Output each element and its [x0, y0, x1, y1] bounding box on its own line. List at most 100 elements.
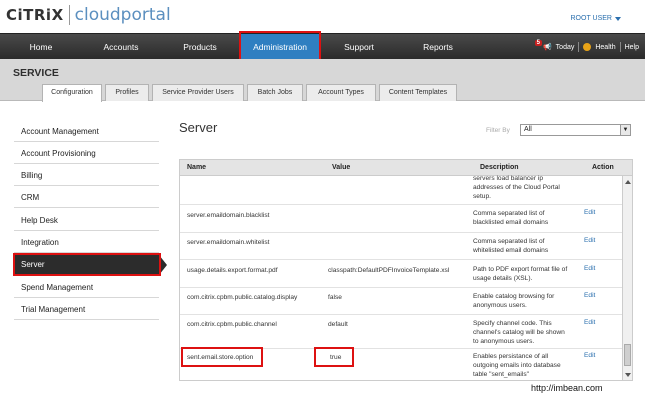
citrix-logo: CiTRiX [6, 6, 64, 24]
desc-line: table "sent_emails" [473, 371, 529, 378]
user-menu[interactable]: ROOT USER [570, 15, 621, 22]
table-row: usage.details.export.format.pdf classpat… [180, 261, 623, 288]
brand-logo[interactable]: CiTRiX cloudportal [6, 5, 171, 25]
table-scrollbar[interactable] [622, 176, 632, 380]
desc-line: anonymous users. [473, 302, 527, 309]
user-name: ROOT USER [570, 15, 613, 22]
desc-line: Path to PDF export format file of [473, 266, 568, 273]
row-name: com.citrix.cpbm.public.channel [187, 321, 277, 328]
row-description: Enables persistance of all outgoing emai… [473, 352, 579, 379]
desc-line: Enables persistance of all [473, 353, 549, 360]
sidebar-item-integration[interactable]: Integration [14, 233, 159, 253]
nav-home[interactable]: Home [0, 34, 82, 60]
page-title: Server [179, 120, 218, 135]
nav-reports[interactable]: Reports [398, 34, 478, 60]
chevron-down-icon[interactable]: ▼ [620, 125, 630, 135]
tab-account-types[interactable]: Account Types [306, 84, 376, 101]
row-description: Comma separated list of blacklisted emai… [473, 209, 579, 227]
row-value: classpath:DefaultPDFInvoiceTemplate.xsl [328, 267, 450, 274]
desc-line: Specify channel code. This [473, 320, 552, 327]
desc-line: whitelisted email domains [473, 247, 549, 254]
sidebar-item-crm[interactable]: CRM [14, 188, 159, 208]
help-link[interactable]: Help [625, 44, 639, 51]
filter-value: All [524, 126, 532, 133]
column-value: Value [332, 164, 351, 171]
scroll-up-icon[interactable] [625, 180, 631, 184]
sidebar-item-spend-management[interactable]: Spend Management [14, 278, 159, 298]
desc-line: Comma separated list of [473, 238, 545, 245]
row-name: usage.details.export.format.pdf [187, 267, 278, 274]
app-header: CiTRiX cloudportal ROOT USER [0, 0, 645, 33]
desc-line: blacklisted email domains [473, 219, 549, 226]
nav-support[interactable]: Support [320, 34, 398, 60]
highlight-box-administration [239, 31, 321, 61]
sidebar-item-billing[interactable]: Billing [14, 166, 159, 186]
sidebar-item-help-desk[interactable]: Help Desk [14, 211, 159, 231]
tab-service-provider-users[interactable]: Service Provider Users [152, 84, 244, 101]
tab-configuration[interactable]: Configuration [42, 84, 102, 102]
table-row: server.emaildomain.whitelist Comma separ… [180, 234, 623, 260]
nav-accounts[interactable]: Accounts [82, 34, 160, 60]
section-header: SERVICE Configuration Profiles Service P… [0, 59, 645, 102]
today-link[interactable]: Today [556, 44, 575, 51]
table-row: com.citrix.cpbm.public.catalog.display f… [180, 289, 623, 315]
sidebar-item-trial-management[interactable]: Trial Management [14, 300, 159, 320]
desc-line: channel's catalog will be shown [473, 329, 565, 336]
highlight-box-option-value [314, 347, 354, 367]
row-description: Comma separated list of whitelisted emai… [473, 237, 579, 255]
watermark: http://imbean.com [531, 383, 603, 393]
desc-line: outgoing emails into database [473, 362, 561, 369]
section-title: SERVICE [13, 67, 59, 79]
tab-profiles[interactable]: Profiles [105, 84, 149, 101]
highlight-box-option-name [181, 347, 263, 367]
row-name: server.emaildomain.blacklist [187, 212, 270, 219]
main-nav: Home Accounts Products Administration Su… [0, 33, 645, 60]
filter-label: Filter By [486, 127, 510, 134]
row-description: Enable catalog browsing for anonymous us… [473, 292, 579, 310]
tab-content-templates[interactable]: Content Templates [379, 84, 457, 101]
nav-divider [619, 42, 621, 52]
column-action: Action [592, 164, 614, 171]
table-row: com.citrix.cpbm.public.channel default S… [180, 316, 623, 349]
sidebar-item-account-management[interactable]: Account Management [14, 122, 159, 142]
row-description: Path to PDF export format file of usage … [473, 265, 583, 283]
edit-link[interactable]: Edit [584, 237, 595, 244]
edit-link[interactable]: Edit [584, 265, 595, 272]
edit-link[interactable]: Edit [584, 292, 595, 299]
edit-link[interactable]: Edit [584, 352, 595, 359]
row-name: com.citrix.cpbm.public.catalog.display [187, 294, 298, 301]
desc-line: addresses of the Cloud Portal [473, 184, 560, 191]
filter-dropdown[interactable]: All ▼ [520, 124, 631, 136]
notification-count: 5 [534, 40, 542, 46]
health-icon[interactable] [583, 43, 592, 51]
megaphone-icon[interactable]: 📢 [543, 43, 552, 51]
edit-link[interactable]: Edit [584, 319, 595, 326]
row-value: false [328, 294, 342, 301]
desc-line: usage details (XSL). [473, 275, 533, 282]
health-link[interactable]: Health [595, 44, 615, 51]
row-name: server.emaildomain.whitelist [187, 239, 270, 246]
table-row: server.emaildomain.blacklist Comma separ… [180, 206, 623, 233]
sidebar-item-account-provisioning[interactable]: Account Provisioning [14, 144, 159, 164]
nav-products[interactable]: Products [160, 34, 240, 60]
row-description: Specify channel code. This channel's cat… [473, 319, 579, 346]
desc-line: Enable catalog browsing for [473, 293, 555, 300]
scroll-thumb[interactable] [624, 344, 631, 366]
desc-line: to anonymous users. [473, 338, 535, 345]
edit-link[interactable]: Edit [584, 209, 595, 216]
logo-divider [68, 5, 70, 25]
chevron-down-icon [615, 16, 621, 21]
row-description: servers load balancer ip addresses of th… [473, 174, 579, 201]
column-name: Name [187, 164, 207, 171]
nav-divider [578, 42, 580, 52]
highlight-box-server [13, 253, 161, 276]
nav-utilities: 5 📢 Today Health Help [534, 34, 639, 60]
table-row: servers load balancer ip addresses of th… [180, 174, 623, 205]
desc-line: setup. [473, 193, 491, 200]
tab-batch-jobs[interactable]: Batch Jobs [247, 84, 303, 101]
scroll-down-icon[interactable] [625, 373, 631, 377]
row-value: default [328, 321, 348, 328]
desc-line: servers load balancer ip [473, 175, 544, 182]
product-name: cloudportal [74, 5, 171, 25]
desc-line: Comma separated list of [473, 210, 545, 217]
